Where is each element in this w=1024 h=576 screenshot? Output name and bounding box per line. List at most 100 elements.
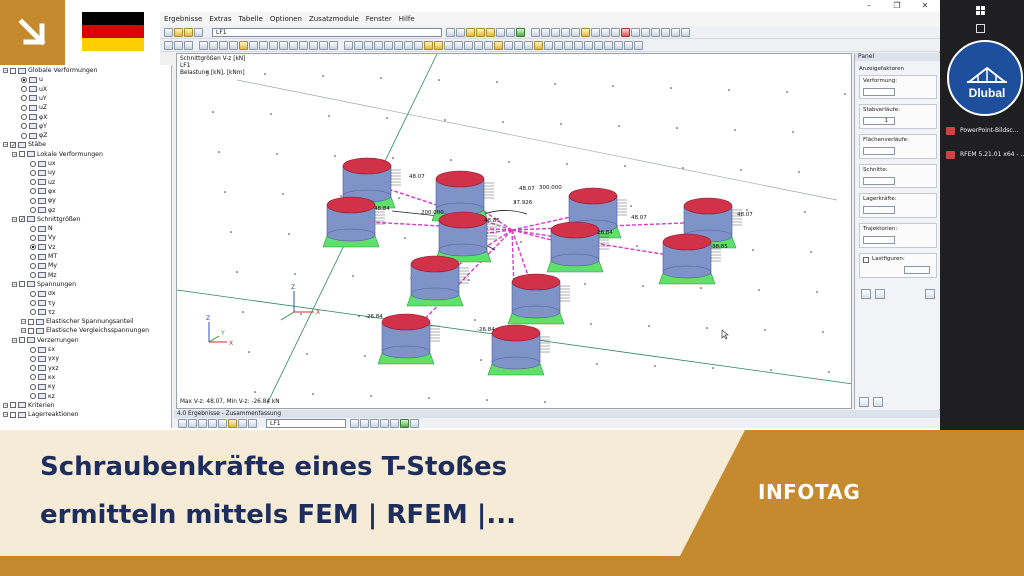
panel-edit-icon[interactable] [861,289,871,299]
results-loadcase-select[interactable]: LF1 [266,418,346,428]
tree-expander-icon[interactable]: − [12,281,17,287]
tree-item[interactable]: ux [30,159,56,168]
tree-item[interactable]: uX [21,85,47,94]
loadcase-select[interactable]: LF1 [212,27,442,37]
toolbar-button[interactable] [474,40,483,50]
tree-item[interactable]: φZ [21,131,47,140]
menu-fenster[interactable]: Fenster [366,15,392,23]
tree-item[interactable]: γxz [30,364,59,373]
tree-radio[interactable] [30,225,36,232]
toolbar-button[interactable] [424,40,433,50]
toolbar-button[interactable] [248,418,257,428]
toolbar-button[interactable] [269,40,278,50]
toolbar-button[interactable] [531,27,540,37]
toolbar-button[interactable] [504,40,513,50]
taskbar-item-powerpoint[interactable]: PowerPoint-Bildsc... [944,124,1024,138]
tree-radio[interactable] [30,179,36,186]
tree-item[interactable]: φX [21,113,47,122]
toolbar-button[interactable] [289,40,298,50]
toolbar-button[interactable] [444,40,453,50]
toolbar-button[interactable] [194,27,203,37]
toolbar-button[interactable] [198,418,207,428]
toolbar-button[interactable] [344,40,353,50]
toolbar-button[interactable] [174,27,183,37]
toolbar-button[interactable] [319,40,328,50]
tree-checkbox[interactable] [28,327,34,334]
toolbar-button[interactable] [238,418,247,428]
toolbar-button[interactable] [414,40,423,50]
tree-item[interactable]: − Spannungen [12,280,76,289]
toolbar-button[interactable] [299,40,308,50]
toolbar-button[interactable] [394,40,403,50]
toolbar-button[interactable] [404,40,413,50]
toolbar-button[interactable] [614,40,623,50]
toolbar-button[interactable] [199,40,208,50]
tree-item[interactable]: uy [30,168,56,177]
tree-item[interactable]: uY [21,94,47,103]
toolbar-button[interactable] [524,40,533,50]
toolbar-button[interactable] [350,418,359,428]
menu-ergebnisse[interactable]: Ergebnisse [164,15,202,23]
tree-item[interactable]: − Stäbe [3,140,46,149]
tree-expander-icon[interactable]: − [3,142,8,148]
toolbar-button[interactable] [651,27,660,37]
toolbar-button[interactable] [390,418,399,428]
toolbar-button[interactable] [360,418,369,428]
tree-radio[interactable] [30,253,36,260]
toolbar-button[interactable] [239,40,248,50]
tree-item[interactable]: u [21,75,43,84]
tree-item[interactable]: κx [30,373,55,382]
toolbar-button[interactable] [364,40,373,50]
menu-optionen[interactable]: Optionen [270,15,302,23]
toolbar-button[interactable] [574,40,583,50]
toolbar-button[interactable] [591,27,600,37]
toolbar-button[interactable] [164,27,173,37]
lastfiguren-select[interactable] [904,266,930,274]
tree-radio[interactable] [30,197,36,204]
toolbar-button[interactable] [208,418,217,428]
tree-item[interactable]: τz [30,308,55,317]
toolbar-button[interactable] [434,40,443,50]
tree-radio[interactable] [21,104,27,111]
toolbar-button[interactable] [516,27,525,37]
toolbar-button[interactable] [410,418,419,428]
toolbar-button[interactable] [229,40,238,50]
tree-radio[interactable] [30,346,36,353]
tree-checkbox[interactable] [10,411,16,418]
toolbar-button[interactable] [178,418,187,428]
toolbar-button[interactable] [228,418,237,428]
toolbar-button[interactable] [534,40,543,50]
toolbar-button[interactable] [329,40,338,50]
toolbar-button[interactable] [370,418,379,428]
toolbar-button[interactable] [188,418,197,428]
toolbar-button[interactable] [464,40,473,50]
tree-item[interactable]: − Lokale Verformungen [12,150,103,159]
tree-radio[interactable] [21,95,27,102]
tree-radio[interactable] [21,114,27,120]
toolbar-button[interactable] [561,27,570,37]
toolbar-button[interactable] [484,40,493,50]
tree-radio[interactable] [30,374,36,381]
tree-item[interactable]: φY [21,122,47,131]
toolbar-button[interactable] [551,27,560,37]
panel-options-icon[interactable] [875,289,885,299]
panel-export-icon[interactable] [925,289,935,299]
flaechen-factor-input[interactable] [863,147,895,155]
toolbar-button[interactable] [309,40,318,50]
tree-item[interactable]: uZ [21,103,47,112]
tree-expander-icon[interactable]: − [3,412,8,418]
tree-item[interactable]: My [30,261,57,270]
toolbar-button[interactable] [571,27,580,37]
toolbar-button[interactable] [621,27,630,37]
tree-item[interactable]: εx [30,345,55,354]
toolbar-button[interactable] [634,40,643,50]
tree-expander-icon[interactable]: − [12,151,17,157]
toolbar-button[interactable] [259,40,268,50]
restore-icon[interactable]: ❐ [886,0,908,12]
menu-zusatzmodule[interactable]: Zusatzmodule [309,15,359,23]
tree-radio[interactable] [30,160,36,167]
toolbar-button[interactable] [486,27,495,37]
toolbar-button[interactable] [374,40,383,50]
tree-item[interactable]: Vz [30,243,55,252]
tree-checkbox[interactable] [19,337,25,344]
